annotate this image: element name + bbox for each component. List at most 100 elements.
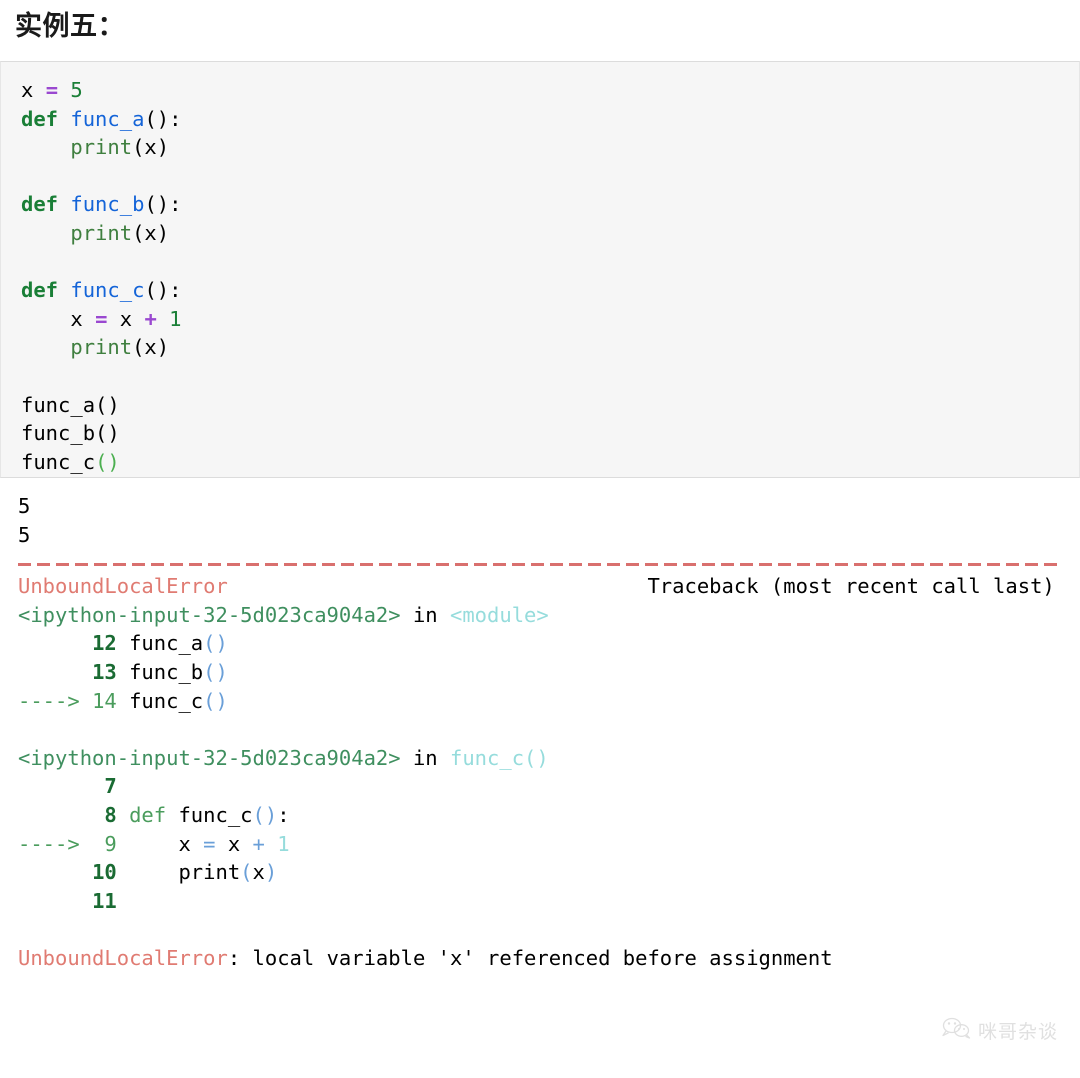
traceback-token: (: [240, 860, 253, 885]
code-token: x: [107, 306, 145, 331]
traceback-token: :: [277, 802, 290, 827]
code-block: x = 5 def func_a(): print(x) def func_b()…: [0, 61, 1080, 478]
traceback-final-line: UnboundLocalError: local variable 'x' re…: [0, 944, 1080, 973]
code-token: def: [21, 278, 59, 303]
traceback-blank-line: [0, 915, 1080, 944]
traceback-token: [117, 803, 129, 827]
watermark: 咪哥杂谈: [941, 1017, 1058, 1044]
code-line: print(x): [1, 133, 1079, 162]
code-token: func_a(): [21, 392, 120, 417]
traceback-token: x: [215, 831, 253, 856]
code-line: def func_a():: [1, 105, 1079, 134]
traceback-source-line: 8 def func_c():: [0, 801, 1080, 830]
traceback-source-line: 11: [0, 887, 1080, 916]
code-token: (): [95, 449, 120, 474]
code-token: func_c: [70, 278, 145, 303]
code-line: func_a(): [1, 391, 1079, 420]
code-line: [1, 248, 1079, 277]
code-token: =: [45, 78, 59, 102]
code-line: [1, 362, 1079, 391]
traceback-error-name: UnboundLocalError: [18, 574, 228, 599]
code-token: func_a: [70, 106, 145, 131]
code-line: print(x): [1, 219, 1079, 248]
stdout-line: 5: [18, 522, 31, 547]
code-token: func_b(): [21, 421, 120, 446]
traceback-line-number: 11: [92, 888, 117, 913]
traceback-token: x: [116, 831, 204, 856]
code-token: 1: [169, 306, 182, 331]
traceback-arrow: [18, 803, 80, 827]
code-token: def: [21, 106, 59, 131]
traceback-final-error-name: UnboundLocalError: [18, 945, 228, 970]
code-token: ():: [144, 106, 182, 131]
traceback-header: UnboundLocalError Traceback (most recent…: [0, 572, 1080, 601]
traceback-token: (): [252, 802, 278, 827]
code-line: [1, 162, 1079, 191]
traceback-frame-file: <ipython-input-32-5d023ca904a2>: [18, 602, 401, 627]
code-token: (x): [132, 135, 170, 160]
traceback-frame-scope: func_c(): [449, 745, 549, 770]
traceback-token: =: [203, 831, 216, 856]
traceback-line-number: 8: [92, 802, 117, 827]
traceback-token: +: [252, 831, 265, 856]
traceback-frame-scope: <module>: [449, 602, 549, 627]
traceback-in-word: in: [400, 745, 450, 770]
traceback-line-number: 7: [92, 774, 117, 799]
stdout-line: 5: [18, 494, 31, 518]
traceback-source-line: ----> 9 x = x + 1: [0, 830, 1080, 859]
traceback-lines: UnboundLocalError Traceback (most recent…: [0, 572, 1080, 972]
code-line: x = 5: [1, 76, 1079, 105]
output-area: 55: [0, 478, 1080, 549]
code-line: func_c(): [1, 448, 1079, 477]
dashed-rule: [18, 563, 1062, 567]
traceback-source-line: 13 func_b(): [0, 658, 1080, 687]
code-token: def: [21, 192, 59, 217]
traceback-arrow: ---->: [18, 831, 80, 856]
traceback-right-label: Traceback (most recent call last): [647, 574, 1055, 599]
code-line: def func_b():: [1, 190, 1079, 219]
code-token: +: [144, 306, 157, 331]
traceback-token: func_a: [116, 631, 204, 656]
code-token: (x): [132, 220, 170, 245]
traceback-separator: [0, 549, 1080, 572]
traceback-arrow: [18, 631, 80, 655]
traceback-line-number: 12: [92, 631, 117, 656]
code-line: func_b(): [1, 419, 1079, 448]
traceback-token: func_b: [116, 659, 204, 684]
code-token: func_b: [70, 192, 145, 217]
traceback-line-number: 14: [92, 688, 117, 713]
traceback-source-line: 7: [0, 772, 1080, 801]
traceback-spacer: [228, 574, 648, 598]
traceback-line-number: 10: [92, 860, 117, 885]
code-token: ():: [144, 192, 182, 217]
traceback-token: (): [203, 631, 228, 656]
code-token: (x): [132, 335, 170, 360]
code-token: x: [21, 78, 46, 102]
code-line: def func_c():: [1, 276, 1079, 305]
code-line: x = x + 1: [1, 305, 1079, 334]
traceback-token: 1: [277, 831, 290, 856]
page-title: 实例五：: [15, 11, 125, 42]
traceback-in-word: in: [400, 602, 450, 627]
traceback-frame-header: <ipython-input-32-5d023ca904a2> in func_…: [0, 744, 1080, 773]
code-token: ():: [144, 278, 182, 303]
stdout-lines: 55: [0, 492, 1080, 549]
code-token: 5: [70, 78, 83, 102]
wechat-icon: [941, 1017, 971, 1044]
code-token: func_c: [21, 449, 96, 474]
code-token: =: [95, 306, 108, 331]
